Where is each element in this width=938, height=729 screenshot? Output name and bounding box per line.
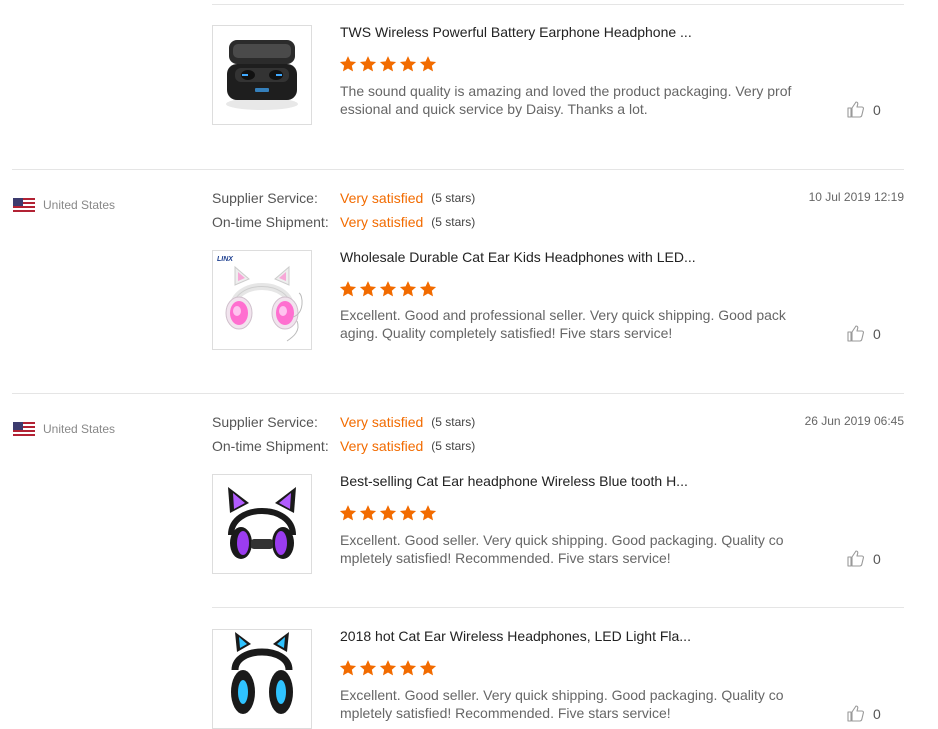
star-icon bbox=[379, 505, 397, 521]
star-icon bbox=[339, 660, 357, 676]
like-count: 0 bbox=[873, 705, 881, 722]
review-comment: The sound quality is amazing and loved t… bbox=[340, 83, 792, 117]
like-count: 0 bbox=[873, 325, 881, 342]
star-icon bbox=[399, 56, 417, 72]
star-icon bbox=[399, 660, 417, 676]
ontime-shipment-rating: On-time Shipment: Very satisfied (5 star… bbox=[212, 214, 475, 230]
rating-stars bbox=[339, 504, 437, 522]
country-name: United States bbox=[43, 198, 116, 212]
ontime-shipment-value: Very satisfied bbox=[340, 438, 424, 454]
supplier-service-stars: (5 stars) bbox=[431, 191, 476, 205]
star-icon bbox=[359, 505, 377, 521]
like-button[interactable]: 0 bbox=[847, 705, 881, 722]
divider bbox=[12, 169, 904, 170]
earbuds-case-image bbox=[226, 40, 298, 110]
pink-cat-headphones-image: LINX bbox=[217, 256, 303, 342]
product-title-link[interactable]: Best-selling Cat Ear headphone Wireless … bbox=[340, 473, 688, 489]
purple-cat-headphones-image bbox=[228, 487, 296, 559]
like-button[interactable]: 0 bbox=[847, 325, 881, 342]
us-flag-icon bbox=[13, 422, 35, 436]
ontime-shipment-label: On-time Shipment: bbox=[212, 438, 329, 454]
rating-stars bbox=[339, 280, 437, 298]
star-icon bbox=[339, 505, 357, 521]
star-icon bbox=[379, 281, 397, 297]
us-flag-icon bbox=[13, 198, 35, 212]
review-comment: Excellent. Good seller. Very quick shipp… bbox=[340, 687, 784, 721]
rating-stars bbox=[339, 659, 437, 677]
star-icon bbox=[379, 56, 397, 72]
divider bbox=[12, 393, 904, 394]
reviewer-country: United States bbox=[13, 198, 115, 212]
supplier-service-rating: Supplier Service: Very satisfied (5 star… bbox=[212, 414, 475, 430]
product-title-link[interactable]: Wholesale Durable Cat Ear Kids Headphone… bbox=[340, 249, 696, 265]
star-icon bbox=[419, 660, 437, 676]
reviewer-country: United States bbox=[13, 422, 115, 436]
product-title-link[interactable]: 2018 hot Cat Ear Wireless Headphones, LE… bbox=[340, 628, 691, 644]
review-comment: Excellent. Good seller. Very quick shipp… bbox=[340, 532, 784, 566]
star-icon bbox=[419, 56, 437, 72]
star-icon bbox=[339, 56, 357, 72]
supplier-service-rating: Supplier Service: Very satisfied (5 star… bbox=[212, 190, 475, 206]
supplier-service-stars: (5 stars) bbox=[431, 415, 476, 429]
supplier-service-value: Very satisfied bbox=[340, 414, 424, 430]
ontime-shipment-label: On-time Shipment: bbox=[212, 214, 329, 230]
supplier-service-label: Supplier Service: bbox=[212, 414, 318, 430]
like-count: 0 bbox=[873, 101, 881, 118]
thumbs-up-icon bbox=[847, 101, 864, 118]
divider bbox=[212, 4, 904, 5]
like-button[interactable]: 0 bbox=[847, 101, 881, 118]
star-icon bbox=[399, 505, 417, 521]
country-name: United States bbox=[43, 422, 116, 436]
star-icon bbox=[359, 660, 377, 676]
rating-stars bbox=[339, 55, 437, 73]
ontime-shipment-stars: (5 stars) bbox=[431, 439, 476, 453]
review-date: 10 Jul 2019 12:19 bbox=[808, 190, 904, 204]
star-icon bbox=[359, 281, 377, 297]
thumbs-up-icon bbox=[847, 705, 864, 722]
product-thumbnail[interactable] bbox=[212, 629, 312, 729]
thumbs-up-icon bbox=[847, 325, 864, 342]
star-icon bbox=[419, 281, 437, 297]
star-icon bbox=[359, 56, 377, 72]
like-button[interactable]: 0 bbox=[847, 550, 881, 567]
product-thumbnail[interactable]: LINX bbox=[212, 250, 312, 350]
star-icon bbox=[419, 505, 437, 521]
star-icon bbox=[379, 660, 397, 676]
review-date: 26 Jun 2019 06:45 bbox=[804, 414, 904, 428]
thumbs-up-icon bbox=[847, 550, 864, 567]
ontime-shipment-stars: (5 stars) bbox=[431, 215, 476, 229]
review-comment: Excellent. Good and professional seller.… bbox=[340, 307, 786, 341]
ontime-shipment-rating: On-time Shipment: Very satisfied (5 star… bbox=[212, 438, 475, 454]
star-icon bbox=[399, 281, 417, 297]
ontime-shipment-value: Very satisfied bbox=[340, 214, 424, 230]
product-title-link[interactable]: TWS Wireless Powerful Battery Earphone H… bbox=[340, 24, 692, 40]
like-count: 0 bbox=[873, 550, 881, 567]
supplier-service-value: Very satisfied bbox=[340, 190, 424, 206]
blue-cat-headphones-image bbox=[231, 632, 293, 714]
star-icon bbox=[339, 281, 357, 297]
divider bbox=[212, 607, 904, 608]
product-thumbnail[interactable] bbox=[212, 25, 312, 125]
supplier-service-label: Supplier Service: bbox=[212, 190, 318, 206]
brand-logo-text: LINX bbox=[217, 256, 234, 263]
product-thumbnail[interactable] bbox=[212, 474, 312, 574]
